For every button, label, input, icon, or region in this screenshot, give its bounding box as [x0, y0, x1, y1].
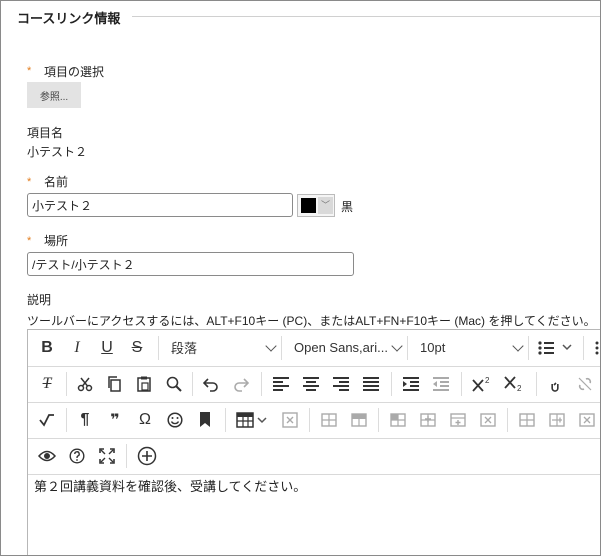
- color-swatch: [301, 198, 316, 213]
- align-right-icon[interactable]: [330, 366, 352, 401]
- clear-format-icon: T: [42, 374, 52, 392]
- toolbar-divider: [378, 408, 379, 432]
- toolbar-row-2: T 2 2: [28, 366, 600, 403]
- toolbar-divider: [192, 372, 193, 396]
- toolbar-row-4: [28, 438, 600, 475]
- table-button[interactable]: [233, 402, 273, 437]
- strikethrough-button[interactable]: S: [126, 330, 148, 365]
- toolbar-divider: [126, 444, 127, 468]
- bullet-list-icon: [538, 340, 572, 355]
- link-icon[interactable]: [544, 366, 566, 401]
- help-icon[interactable]: [66, 438, 88, 473]
- svg-text:2: 2: [485, 376, 490, 385]
- align-justify-icon[interactable]: [360, 366, 382, 401]
- special-char-icon[interactable]: Ω: [134, 402, 156, 437]
- toolbar-row-1: B I U S 段落 Open Sans,ari... 10pt: [28, 330, 600, 367]
- quote-icon[interactable]: ❞: [104, 402, 126, 437]
- indent-icon[interactable]: [400, 366, 422, 401]
- formula-icon[interactable]: [36, 402, 58, 437]
- chevron-down-icon: [265, 340, 277, 352]
- toolbar-divider: [261, 372, 262, 396]
- bold-button[interactable]: B: [36, 330, 58, 365]
- color-label: 黒: [341, 200, 354, 214]
- rich-text-editor: B I U S 段落 Open Sans,ari... 10pt T 2 2 ¶…: [27, 329, 600, 555]
- pilcrow-icon[interactable]: ¶: [74, 402, 96, 437]
- toolbar-row-3: ¶ ❞ Ω: [28, 402, 600, 439]
- undo-icon[interactable]: [200, 366, 222, 401]
- table-row-icon[interactable]: [318, 402, 340, 437]
- font-family-value: Open Sans,ari...: [294, 340, 388, 355]
- outdent-icon[interactable]: [430, 366, 452, 401]
- toolbar-divider: [461, 372, 462, 396]
- search-icon[interactable]: [163, 366, 185, 401]
- paragraph-select-value: 段落: [171, 341, 198, 356]
- table-icon: [236, 411, 267, 428]
- required-star: *: [27, 65, 32, 77]
- delete-row-icon[interactable]: [477, 402, 499, 437]
- delete-col-icon[interactable]: [576, 402, 598, 437]
- preview-icon[interactable]: [36, 438, 58, 473]
- toolbar-divider: [391, 372, 392, 396]
- description-label: 説明: [27, 293, 52, 307]
- item-name-label: 項目名: [27, 126, 64, 140]
- bookmark-icon[interactable]: [194, 402, 216, 437]
- fieldset-divider: [132, 16, 600, 17]
- browse-button[interactable]: 参照...: [27, 82, 81, 108]
- chevron-down-icon: ﹀: [318, 197, 333, 214]
- delete-table-icon[interactable]: [279, 402, 301, 437]
- toolbar-divider: [66, 408, 67, 432]
- chevron-down-icon: [512, 340, 524, 352]
- required-star: *: [27, 176, 32, 188]
- name-label: 名前: [44, 175, 69, 189]
- more-options-icon[interactable]: [588, 330, 600, 365]
- item-name-value: 小テスト２: [27, 145, 88, 159]
- item-select-label: 項目の選択: [44, 65, 105, 79]
- insert-row-before-icon[interactable]: [417, 402, 439, 437]
- font-family-select[interactable]: Open Sans,ari...: [282, 330, 407, 365]
- course-link-form: コースリンク情報 * 項目の選択 参照... 項目名 小テスト２ * 名前 ﹀ …: [0, 0, 601, 556]
- superscript-icon[interactable]: 2: [470, 366, 496, 401]
- align-left-icon[interactable]: [270, 366, 292, 401]
- add-content-icon[interactable]: [134, 438, 160, 473]
- insert-col-after-icon[interactable]: [546, 402, 568, 437]
- location-input[interactable]: [27, 252, 354, 276]
- editor-content[interactable]: 第２回講義資料を確認後、受講してください。: [34, 476, 306, 495]
- emoji-icon[interactable]: [164, 402, 186, 437]
- fullscreen-icon[interactable]: [96, 438, 118, 473]
- paragraph-select[interactable]: 段落: [159, 330, 281, 365]
- copy-icon[interactable]: [103, 366, 125, 401]
- location-label: 場所: [44, 234, 69, 248]
- toolbar-divider: [225, 408, 226, 432]
- align-center-icon[interactable]: [300, 366, 322, 401]
- toolbar-divider: [309, 408, 310, 432]
- table-col-icon[interactable]: [348, 402, 370, 437]
- chevron-down-icon: [391, 340, 403, 352]
- clear-format-button[interactable]: T: [36, 366, 58, 401]
- cell-props-icon[interactable]: [387, 402, 409, 437]
- redo-icon[interactable]: [230, 366, 252, 401]
- unlink-icon[interactable]: [574, 366, 596, 401]
- svg-text:2: 2: [517, 384, 522, 392]
- insert-row-after-icon[interactable]: [447, 402, 469, 437]
- fieldset-title: コースリンク情報: [17, 11, 121, 26]
- cut-icon[interactable]: [74, 366, 96, 401]
- list-button[interactable]: [536, 330, 576, 365]
- toolbar-divider: [507, 408, 508, 432]
- toolbar-divider: [536, 372, 537, 396]
- paste-icon[interactable]: [133, 366, 155, 401]
- font-size-value: 10pt: [420, 340, 446, 355]
- underline-button[interactable]: U: [96, 330, 118, 365]
- color-picker[interactable]: ﹀: [297, 194, 335, 217]
- italic-button[interactable]: I: [66, 330, 88, 365]
- toolbar-divider: [528, 336, 529, 360]
- toolbar-divider: [583, 336, 584, 360]
- name-input[interactable]: [27, 193, 293, 217]
- insert-col-before-icon[interactable]: [516, 402, 538, 437]
- required-star: *: [27, 235, 32, 247]
- description-hint: ツールバーにアクセスするには、ALT+F10キー (PC)、またはALT+FN+…: [27, 314, 596, 328]
- subscript-icon[interactable]: 2: [502, 366, 528, 401]
- toolbar-divider: [66, 372, 67, 396]
- font-size-select[interactable]: 10pt: [408, 330, 528, 365]
